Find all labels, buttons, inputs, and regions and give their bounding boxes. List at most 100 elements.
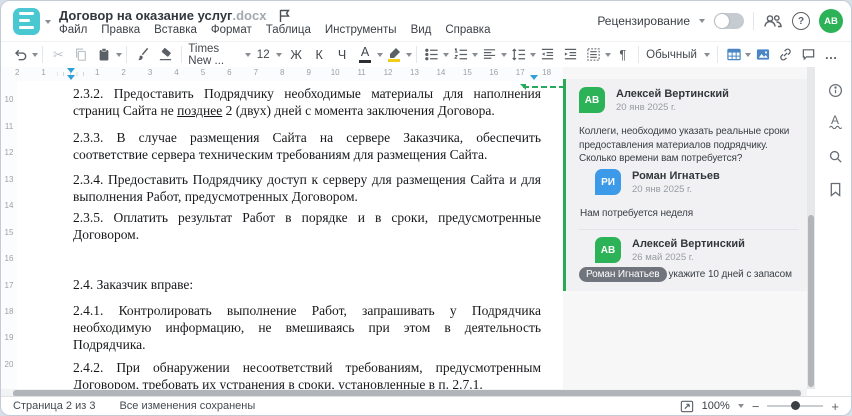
menu-item[interactable]: Инструменты [325, 24, 397, 36]
ruler-number: 16 [4, 254, 14, 264]
logo-menu-caret-icon[interactable] [45, 20, 51, 24]
insert-image-button[interactable] [751, 44, 774, 66]
font-color-caret-icon[interactable] [376, 52, 383, 57]
format-painter-button[interactable] [131, 44, 154, 66]
insert-table-button[interactable] [722, 44, 745, 66]
horizontal-ruler[interactable]: 21 1 2 3 4 5 6 7 8 9 10 11 12 13 14 15 16 17 18 [1, 67, 563, 81]
help-icon[interactable]: ? [792, 12, 810, 30]
zoom-caret-icon[interactable] [737, 404, 744, 408]
paste-caret-icon[interactable] [115, 52, 122, 57]
doc-paragraph[interactable]: 2.3.4. Предоставить Подрядчику доступ к … [73, 171, 541, 205]
ruler-number: 10 [321, 68, 349, 77]
doc-paragraph[interactable]: 2.4. Заказчик вправе: [73, 276, 541, 293]
comment-thread-card[interactable]: АВ Алексей Вертинский 20 янв 2025 г. Кол… [563, 79, 807, 291]
vertical-scrollbar-thumb[interactable] [808, 215, 814, 387]
divider [753, 12, 754, 30]
ruler-number: 18 [4, 306, 14, 316]
paragraph-settings-button[interactable] [582, 44, 605, 66]
menu-item[interactable]: Справка [445, 24, 490, 36]
italic-button[interactable]: К [308, 44, 331, 66]
document-page[interactable]: 2.3.2. Предоставить Подрядчику необходим… [17, 81, 565, 414]
doc-paragraph[interactable]: 2.4.1. Контролировать выполнение Работ, … [73, 302, 541, 353]
app-logo-icon[interactable] [13, 8, 40, 35]
insert-link-button[interactable] [774, 44, 797, 66]
more-tools-button[interactable]: … [820, 44, 843, 66]
font-color-button[interactable]: А [354, 44, 377, 66]
undo-caret-icon[interactable] [32, 52, 38, 57]
info-icon[interactable] [826, 81, 844, 99]
ruler-number: 13 [401, 68, 428, 77]
doc-paragraph[interactable]: 2.3.2. Предоставить Подрядчику необходим… [73, 85, 541, 119]
review-toggle[interactable] [714, 13, 744, 29]
ruler-number: 14 [427, 68, 455, 77]
doc-paragraph[interactable]: 2.3.3. В случае размещения Сайта на серв… [73, 129, 541, 163]
zoom-out-button[interactable]: − [752, 400, 760, 413]
paste-button[interactable] [93, 44, 116, 66]
spellcheck-icon[interactable]: А [826, 113, 844, 131]
ruler-number: 3 [136, 68, 164, 77]
increase-indent-button[interactable] [559, 44, 582, 66]
ruler-numbers: 1 2 3 4 5 6 7 8 9 10 11 12 13 14 15 16 17 18 [84, 68, 560, 77]
paragraph-style-select[interactable]: Обычный [643, 44, 713, 66]
zoom-slider-knob[interactable] [791, 401, 801, 411]
bullet-list-button[interactable] [420, 44, 443, 66]
show-marks-button[interactable]: ¶ [611, 44, 634, 66]
doc-paragraph[interactable]: 2.4.2. При обнаружении несоответствий тр… [73, 359, 541, 393]
ruler-number: 1 [84, 68, 111, 77]
comment-avatar: АВ [579, 87, 605, 113]
vertical-scrollbar[interactable] [807, 67, 815, 389]
bookmark-icon[interactable] [826, 180, 844, 198]
review-caret-icon[interactable] [699, 19, 705, 23]
ruler-number: 2 [110, 68, 137, 77]
underline-button[interactable]: Ч [331, 44, 354, 66]
cut-button[interactable]: ✂ [47, 44, 70, 66]
highlight-caret-icon[interactable] [405, 52, 412, 57]
user-avatar[interactable]: АВ [819, 9, 843, 33]
clear-style-button[interactable] [154, 44, 177, 66]
page-indicator[interactable]: Страница 2 из 3 [13, 400, 95, 412]
ruler-number: 19 [4, 333, 14, 343]
ruler-number: 9 [295, 68, 322, 77]
left-indent-marker[interactable] [67, 75, 75, 80]
document-text[interactable]: 2.3.2. Предоставить Подрядчику необходим… [73, 85, 541, 414]
fit-page-icon[interactable] [680, 400, 694, 413]
menu-item[interactable]: Вставка [154, 24, 197, 36]
vertical-ruler[interactable]: 910 11 12 13 14 15 16 17 18 19 20 [1, 81, 17, 389]
commented-text[interactable]: позднее [177, 103, 222, 118]
zoom-in-button[interactable]: + [831, 400, 839, 413]
comment-text: Нам потребуется неделя [580, 208, 694, 219]
clause-text[interactable]: 2 (двух) дней с момента заключения Догов… [222, 103, 495, 118]
document-title-text: Договор на оказание услуг [59, 8, 233, 23]
first-line-indent-marker[interactable] [67, 68, 75, 73]
highlight-color-button[interactable] [383, 44, 406, 66]
ruler-number: 7 [242, 68, 270, 77]
undo-button[interactable] [9, 44, 32, 66]
zoom-slider[interactable] [767, 401, 824, 411]
align-button[interactable] [478, 44, 501, 66]
collaboration-icon[interactable] [763, 13, 783, 29]
menu-item[interactable]: Правка [101, 24, 140, 36]
search-icon[interactable] [826, 147, 844, 165]
top-bar-right: Рецензирование ? АВ [597, 9, 843, 33]
right-indent-marker[interactable] [530, 75, 538, 80]
toggle-knob[interactable] [715, 14, 729, 28]
menu-item[interactable]: Таблица [266, 24, 311, 36]
comment-text: Коллеги, необходимо указать реальные сро… [579, 126, 790, 164]
ruler-number: 12 [374, 68, 402, 77]
numbered-list-button[interactable] [449, 44, 472, 66]
font-family-select[interactable]: Times New ... [185, 43, 254, 67]
font-size-select[interactable]: 12 [254, 44, 285, 66]
doc-paragraph[interactable]: 2.3.5. Оплатить результат Работ в порядк… [73, 209, 541, 243]
menu-item[interactable]: Формат [211, 24, 252, 36]
insert-comment-button[interactable] [797, 44, 820, 66]
right-sidebar: А [815, 67, 851, 398]
flag-icon[interactable] [278, 9, 291, 23]
menu-item[interactable]: Файл [59, 24, 87, 36]
menu-item[interactable]: Вид [411, 24, 432, 36]
bold-button[interactable]: Ж [285, 44, 308, 66]
decrease-indent-button[interactable] [536, 44, 559, 66]
review-mode-label[interactable]: Рецензирование [597, 14, 690, 28]
copy-button[interactable] [70, 44, 93, 66]
zoom-value[interactable]: 100% [702, 400, 730, 412]
line-spacing-button[interactable] [507, 44, 530, 66]
